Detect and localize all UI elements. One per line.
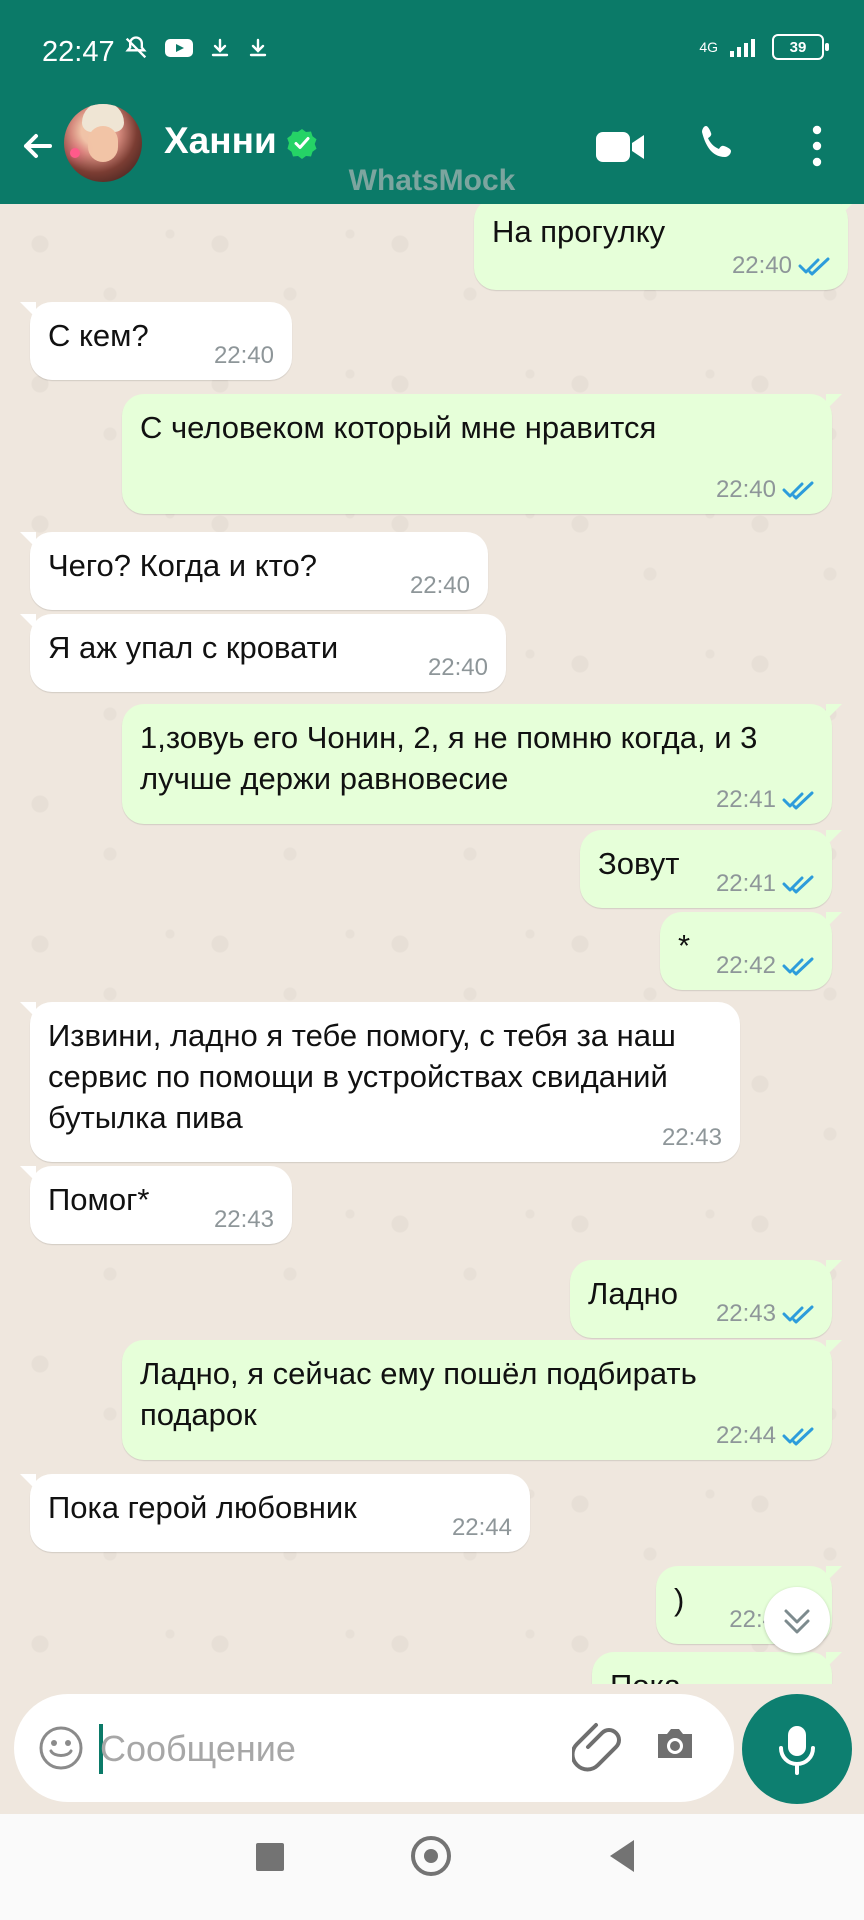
read-receipt-icon xyxy=(782,1427,814,1446)
message-bubble[interactable]: Чего? Когда и кто? 22:40 xyxy=(20,532,488,610)
message-time: 22:40 xyxy=(731,252,792,279)
verified-icon xyxy=(287,129,317,159)
message-text: Ладно xyxy=(588,1276,679,1311)
contact-name[interactable]: Ханни xyxy=(164,120,277,162)
message-text: Чего? Когда и кто? xyxy=(48,548,317,583)
message-bubble[interactable]: 1,зовуь его Чонин, 2, я не помню когда, … xyxy=(122,704,842,824)
system-nav-bar xyxy=(0,1814,864,1920)
message-time: 22:43 xyxy=(661,1124,722,1151)
download-icon xyxy=(211,38,229,57)
message-text: Ладно, я сейчас ему пошёл подбирать пода… xyxy=(140,1356,706,1432)
camera-icon[interactable] xyxy=(650,1720,700,1770)
message-time: 22:44 xyxy=(715,1422,776,1449)
read-receipt-icon xyxy=(782,1305,814,1324)
message-text: Я аж упал с кровати xyxy=(48,630,339,665)
message-bubble[interactable]: Пока герой любовник 22:44 xyxy=(20,1474,530,1552)
chat-thread[interactable]: На прогулку 22:40 С кем? 22:40 С человек… xyxy=(0,204,864,1684)
message-bubble[interactable]: * 22:42 xyxy=(660,912,842,990)
message-bubble[interactable]: На прогулку 22:40 xyxy=(474,204,858,290)
scroll-to-bottom-button[interactable] xyxy=(764,1587,830,1653)
video-call-icon[interactable] xyxy=(592,126,648,168)
message-bubble[interactable]: С человеком который мне нравится 22:40 xyxy=(122,394,842,514)
avatar-glow xyxy=(70,148,80,158)
message-bubble[interactable]: С кем? 22:40 xyxy=(20,302,292,380)
battery-indicator: 39 xyxy=(772,34,829,60)
message-text: 1,зовуь его Чонин, 2, я не помню когда, … xyxy=(140,720,766,796)
message-time: 22:40 xyxy=(213,342,274,369)
download-icon xyxy=(249,38,267,57)
chevron-down-icon xyxy=(784,1609,810,1634)
signal-icon xyxy=(730,39,755,57)
message-bubble[interactable]: Зовут 22:41 xyxy=(580,830,842,908)
status-icons-left xyxy=(122,34,270,62)
network-indicator: 4G xyxy=(699,40,718,54)
youtube-icon xyxy=(165,39,193,57)
battery-level: 39 xyxy=(789,38,807,56)
home-dot xyxy=(424,1849,438,1863)
watermark: WhatsMock xyxy=(348,164,516,197)
message-text: Пока xyxy=(610,1665,814,1684)
message-bubble[interactable]: Извини, ладно я тебе помогу, с тебя за н… xyxy=(20,1002,740,1162)
read-receipt-icon xyxy=(782,957,814,976)
message-time: 22:43 xyxy=(715,1300,776,1327)
microphone-icon xyxy=(779,1726,815,1775)
avatar-face xyxy=(88,126,118,162)
message-time: 22:40 xyxy=(427,654,488,681)
network-label: 4G xyxy=(699,39,718,55)
phone-call-icon[interactable] xyxy=(692,120,742,170)
recent-apps-button[interactable] xyxy=(256,1843,284,1871)
message-time: 22:41 xyxy=(715,786,776,813)
message-text: На прогулку xyxy=(492,214,666,249)
bell-off-icon xyxy=(125,36,147,59)
message-bubble[interactable]: Пока xyxy=(592,1652,842,1684)
message-bubble[interactable]: Ладно 22:43 xyxy=(570,1260,842,1338)
message-time: 22:43 xyxy=(213,1206,274,1233)
read-receipt-icon xyxy=(782,875,814,894)
status-time: 22:47 xyxy=(42,36,115,68)
message-bubble[interactable]: Ладно, я сейчас ему пошёл подбирать пода… xyxy=(122,1340,842,1460)
message-time: 22:40 xyxy=(715,476,776,503)
message-text: Извини, ладно я тебе помогу, с тебя за н… xyxy=(48,1018,685,1135)
message-time: 22:41 xyxy=(715,870,776,897)
status-icons-right: 4G 39 xyxy=(699,34,829,60)
status-bar: 22:47 4G 39 xyxy=(0,0,864,104)
read-receipt-icon xyxy=(798,257,830,276)
message-time: 22:44 xyxy=(451,1514,512,1541)
voice-message-button[interactable] xyxy=(742,1694,852,1804)
message-time: 22:42 xyxy=(715,952,776,979)
read-receipt-icon xyxy=(782,791,814,810)
message-time: 22:40 xyxy=(409,572,470,599)
back-arrow-icon[interactable] xyxy=(16,124,60,168)
home-button[interactable] xyxy=(411,1836,451,1876)
message-text: С человеком который мне нравится xyxy=(140,410,657,445)
message-bubble[interactable]: Я аж упал с кровати 22:40 xyxy=(20,614,506,692)
emoji-icon[interactable] xyxy=(36,1723,86,1773)
message-text: Пока герой любовник xyxy=(48,1490,357,1525)
message-composer xyxy=(14,1694,734,1802)
paperclip-icon[interactable] xyxy=(572,1719,626,1773)
back-button[interactable] xyxy=(610,1840,634,1872)
read-receipt-icon xyxy=(782,481,814,500)
message-bubble[interactable]: Помог* 22:43 xyxy=(20,1166,292,1244)
message-input[interactable] xyxy=(98,1720,572,1778)
